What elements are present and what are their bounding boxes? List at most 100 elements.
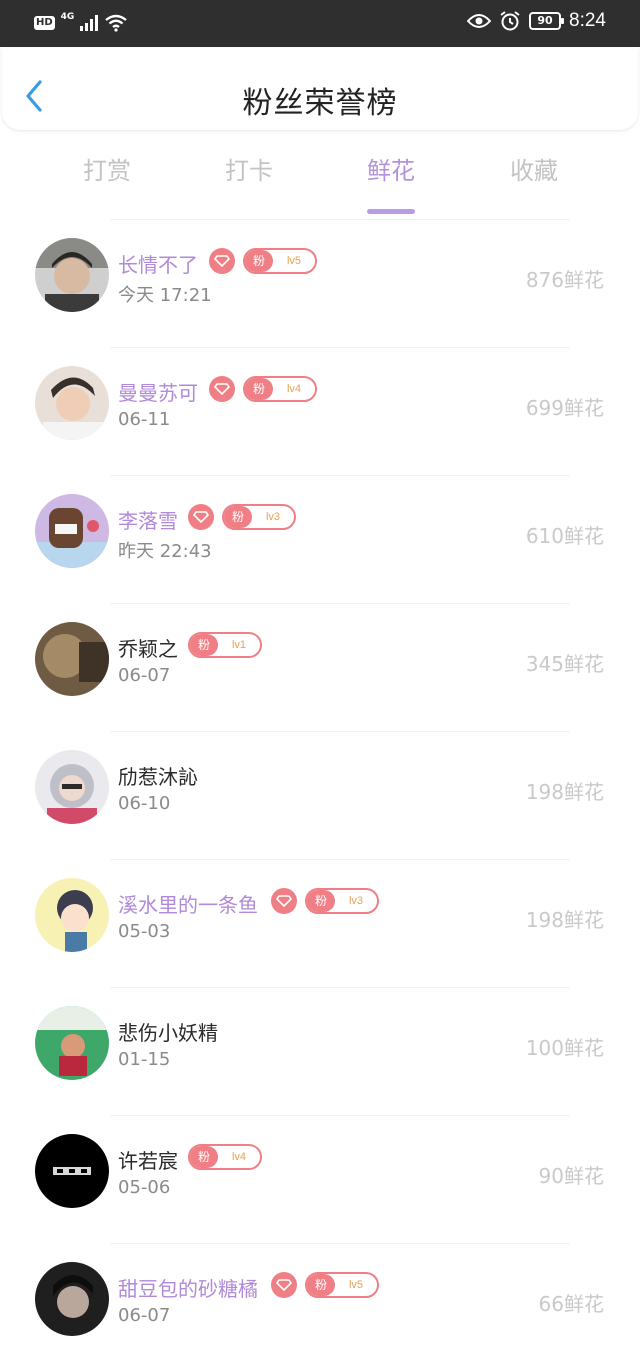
fan-label: 粉 — [307, 890, 335, 912]
fan-date: 06-07 — [118, 1305, 171, 1326]
fan-label: 粉 — [245, 378, 273, 400]
fan-date: 05-06 — [118, 1177, 171, 1198]
fan-row[interactable]: 曼曼苏可 粉 lv4 06-11 699鲜花 — [0, 347, 640, 475]
divider — [110, 347, 570, 348]
divider — [110, 1115, 570, 1116]
tab-reward[interactable]: 打赏 — [47, 151, 167, 186]
diamond-icon — [271, 888, 297, 914]
fan-row[interactable]: 李落雪 粉 lv3 昨天 22:43 610鲜花 — [0, 475, 640, 603]
fan-date: 06-11 — [118, 409, 171, 430]
tab-favorites[interactable]: 收藏 — [474, 151, 594, 186]
fan-label: 粉 — [307, 1274, 335, 1296]
fan-row[interactable]: 劤惹沐訫 06-10 198鲜花 — [0, 731, 640, 859]
tab-flowers-label: 鲜花 — [367, 157, 415, 185]
fan-date: 01-15 — [118, 1049, 171, 1070]
flower-count: 876鲜花 — [525, 268, 604, 292]
status-right: 90 8:24 — [467, 10, 606, 32]
fan-badges: 粉 lv3 — [271, 888, 379, 914]
eye-icon — [467, 14, 492, 28]
flower-count: 699鲜花 — [525, 396, 604, 420]
fan-level: lv3 — [348, 895, 364, 907]
fan-date: 06-10 — [118, 793, 171, 814]
status-left: HD 4G — [34, 11, 128, 32]
flower-count: 610鲜花 — [525, 524, 604, 548]
fan-level: lv5 — [348, 1279, 364, 1291]
fan-level: lv4 — [286, 383, 302, 395]
diamond-icon — [209, 376, 235, 402]
fan-level-badge: 粉 lv3 — [222, 504, 296, 530]
fan-badges: 粉 lv5 — [271, 1272, 379, 1298]
fan-level-badge: 粉 lv3 — [305, 888, 379, 914]
fan-date: 昨天 22:43 — [118, 541, 212, 562]
avatar[interactable] — [35, 1006, 109, 1080]
fan-row[interactable]: 乔颖之 粉 lv1 06-07 345鲜花 — [0, 603, 640, 731]
avatar[interactable] — [35, 1134, 109, 1208]
fan-row[interactable]: 悲伤小妖精 01-15 100鲜花 — [0, 987, 640, 1115]
fan-level-badge: 粉 lv5 — [305, 1272, 379, 1298]
fan-badges: 粉 lv4 — [209, 376, 317, 402]
flower-count: 345鲜花 — [525, 652, 604, 676]
tab-flowers[interactable]: 鲜花 — [331, 151, 451, 214]
avatar[interactable] — [35, 494, 109, 568]
divider — [110, 859, 570, 860]
fan-label: 粉 — [245, 250, 273, 272]
fan-row[interactable]: 溪水里的一条鱼 粉 lv3 05-03 198鲜花 — [0, 859, 640, 987]
fan-level-badge: 粉 lv1 — [188, 632, 262, 658]
fan-level-badge: 粉 lv4 — [188, 1144, 262, 1170]
diamond-icon — [209, 248, 235, 274]
fan-name: 曼曼苏可 — [118, 381, 198, 405]
fan-level: lv1 — [231, 639, 247, 651]
avatar[interactable] — [35, 750, 109, 824]
hd-icon: HD — [34, 16, 55, 30]
fan-name: 溪水里的一条鱼 — [118, 893, 258, 917]
alarm-icon — [500, 11, 520, 31]
fan-name: 许若宸 — [118, 1149, 178, 1173]
avatar[interactable] — [35, 622, 109, 696]
wifi-icon — [105, 14, 128, 32]
fan-name: 悲伤小妖精 — [118, 1021, 218, 1045]
fan-level: lv4 — [231, 1151, 247, 1163]
avatar[interactable] — [35, 238, 109, 312]
fan-row[interactable]: 甜豆包的砂糖橘 粉 lv5 06-07 66鲜花 — [0, 1243, 640, 1371]
avatar[interactable] — [35, 1262, 109, 1336]
diamond-icon — [188, 504, 214, 530]
divider — [110, 603, 570, 604]
fan-label: 粉 — [190, 634, 218, 656]
fan-badges: 粉 lv3 — [188, 504, 296, 530]
flower-count: 66鲜花 — [538, 1292, 604, 1316]
divider — [110, 1243, 570, 1244]
fan-level: lv5 — [286, 255, 302, 267]
fan-date: 今天 17:21 — [118, 285, 212, 306]
flower-count: 198鲜花 — [525, 780, 604, 804]
fan-row[interactable]: 长情不了 粉 lv5 今天 17:21 876鲜花 — [0, 219, 640, 347]
avatar[interactable] — [35, 878, 109, 952]
divider — [110, 987, 570, 988]
divider — [110, 475, 570, 476]
status-bar: HD 4G 90 8:24 — [0, 0, 640, 47]
page-title: 粉丝荣誉榜 — [242, 86, 398, 121]
network-type: 4G — [60, 11, 75, 22]
fan-name: 长情不了 — [118, 253, 198, 277]
fan-badges: 粉 lv1 — [188, 632, 262, 658]
flower-count: 198鲜花 — [525, 908, 604, 932]
diamond-icon — [271, 1272, 297, 1298]
divider — [110, 219, 570, 220]
fan-name: 乔颖之 — [118, 637, 178, 661]
fan-name: 李落雪 — [118, 509, 178, 533]
status-time: 8:24 — [569, 10, 606, 31]
fan-date: 06-07 — [118, 665, 171, 686]
divider — [110, 731, 570, 732]
fan-label: 粉 — [224, 506, 252, 528]
fan-row[interactable]: 许若宸 粉 lv4 05-06 90鲜花 — [0, 1115, 640, 1243]
battery-indicator: 90 — [529, 12, 565, 30]
signal-icon — [80, 15, 99, 31]
fan-date: 05-03 — [118, 921, 171, 942]
fan-level-badge: 粉 lv5 — [243, 248, 317, 274]
fan-name: 甜豆包的砂糖橘 — [118, 1277, 258, 1301]
fan-badges: 粉 lv5 — [209, 248, 317, 274]
fan-label: 粉 — [190, 1146, 218, 1168]
flower-count: 100鲜花 — [525, 1036, 604, 1060]
avatar[interactable] — [35, 366, 109, 440]
fan-name: 劤惹沐訫 — [118, 765, 198, 789]
tab-checkin[interactable]: 打卡 — [189, 151, 309, 186]
